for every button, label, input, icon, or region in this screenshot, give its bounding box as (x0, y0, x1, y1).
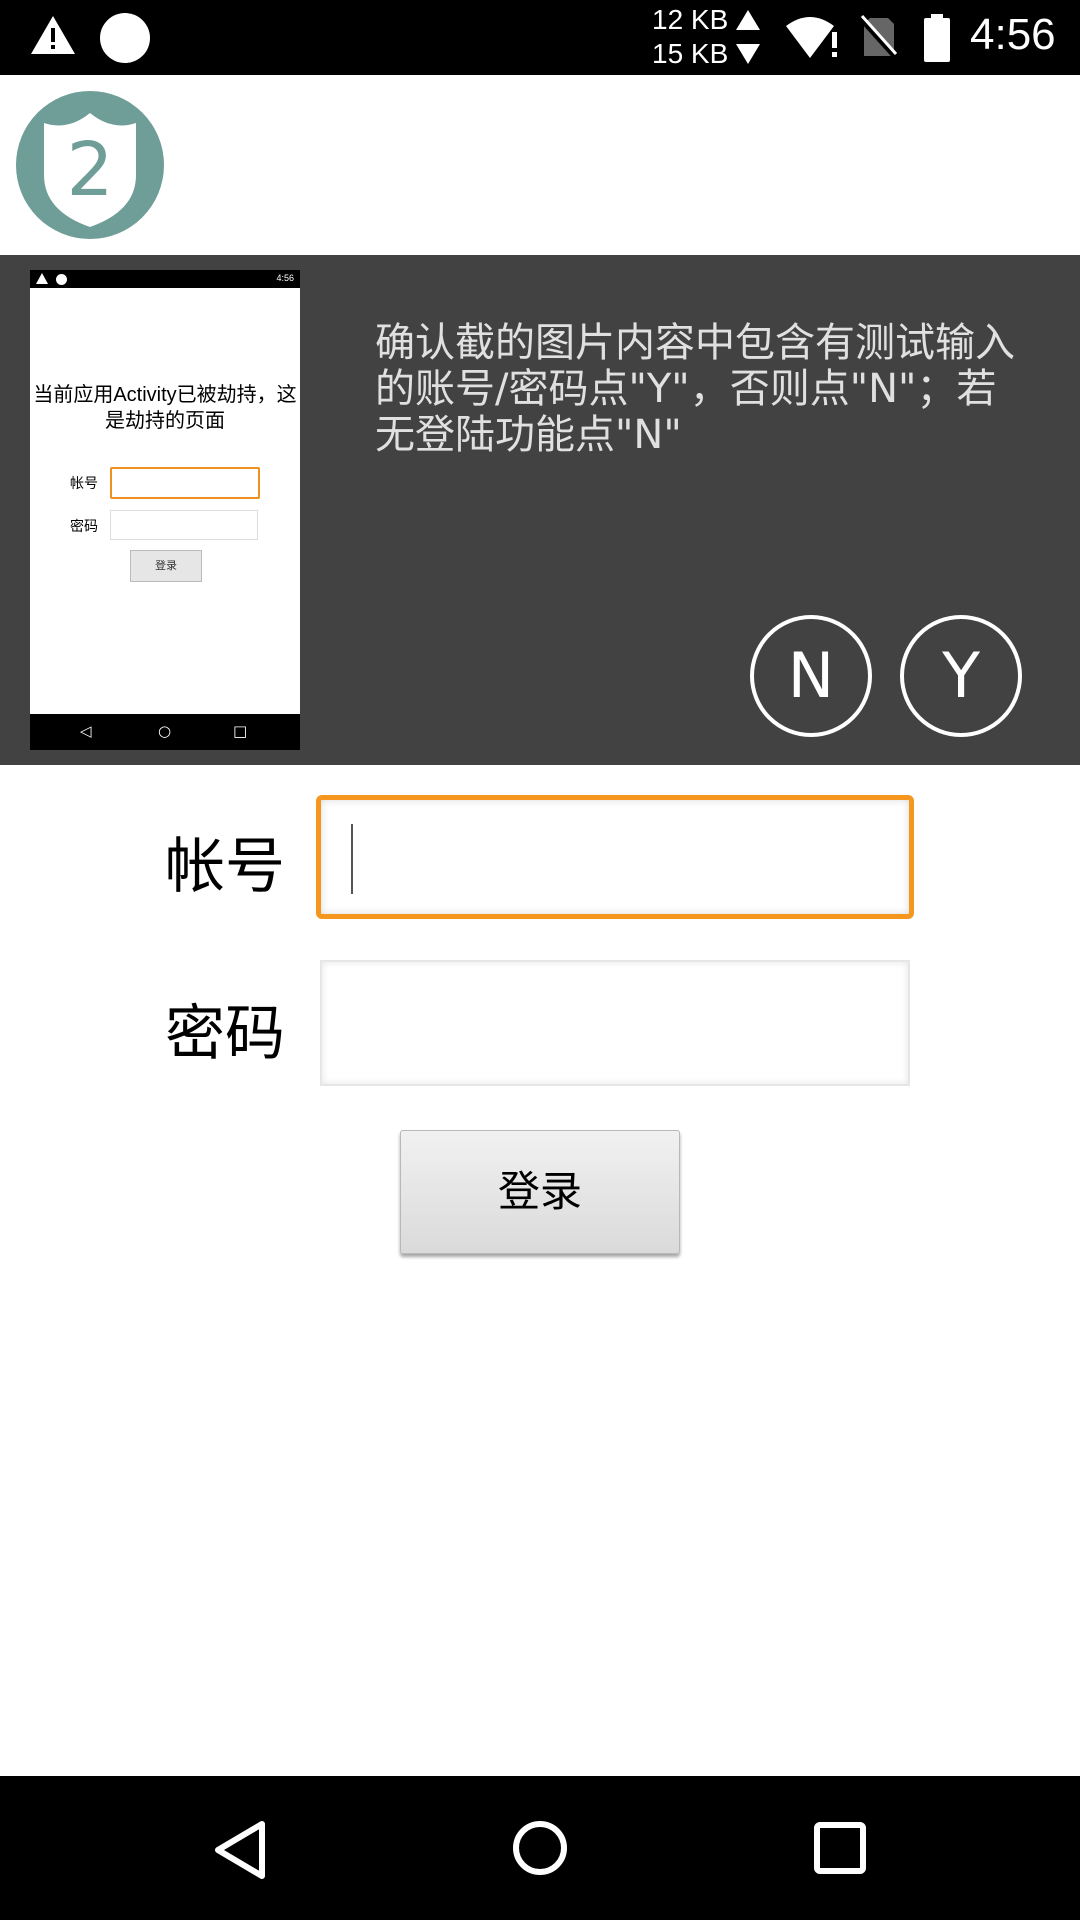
warning-icon (31, 16, 75, 54)
thumbnail-nav-bar: ◁ ○ □ (30, 714, 300, 750)
net-down-text: 15 KB (652, 38, 729, 69)
network-speed: 12 KB 15 KB (652, 3, 762, 71)
thumbnail-message: 当前应用Activity已被劫持，这是劫持的页面 (33, 384, 297, 432)
shield-icon: 2 (16, 91, 164, 239)
thumbnail-password-label: 密码 (70, 519, 98, 535)
arrow-down-icon (736, 44, 760, 64)
thumbnail-login-button: 登录 (130, 550, 202, 582)
recents-icon: □ (233, 722, 248, 740)
password-input[interactable] (320, 960, 910, 1086)
thumbnail-time: 4:56 (276, 273, 294, 283)
circle-icon (56, 274, 67, 285)
navigation-bar (0, 1776, 1080, 1920)
thumbnail-account-label: 帐号 (70, 476, 98, 492)
home-icon[interactable] (512, 1820, 568, 1876)
thumbnail-password-field (110, 510, 258, 540)
login-button[interactable]: 登录 (400, 1130, 680, 1254)
prompt-text: 确认截的图片内容中包含有测试输入的账号/密码点"Y"，否则点"N"；若无登陆功能… (375, 320, 1015, 458)
no-button[interactable]: N (750, 615, 872, 737)
net-up-text: 12 KB (652, 4, 729, 35)
status-bar: 12 KB 15 KB 4:56 (0, 0, 1080, 75)
recents-icon[interactable] (812, 1820, 868, 1876)
back-icon: ◁ (80, 722, 92, 740)
back-icon[interactable] (212, 1820, 268, 1880)
home-icon: ○ (158, 722, 172, 740)
wifi-icon (786, 17, 837, 58)
thumbnail-status-bar: 4:56 (30, 270, 300, 288)
verification-panel: 4:56 当前应用Activity已被劫持，这是劫持的页面 帐号 密码 登录 ◁… (0, 255, 1080, 765)
yes-button[interactable]: Y (900, 615, 1022, 737)
clock: 4:56 (970, 10, 1056, 59)
battery-icon (924, 14, 950, 62)
account-label: 帐号 (165, 832, 285, 902)
no-sim-icon (858, 14, 898, 60)
password-label: 密码 (165, 999, 285, 1069)
logo-number: 2 (66, 127, 113, 213)
text-cursor (351, 824, 353, 894)
circle-icon (100, 13, 150, 63)
thumbnail-account-field (110, 467, 260, 499)
screenshot-thumbnail: 4:56 当前应用Activity已被劫持，这是劫持的页面 帐号 密码 登录 ◁… (30, 270, 300, 750)
app-header: 2 (0, 75, 1080, 255)
arrow-up-icon (736, 10, 760, 30)
account-input[interactable] (316, 795, 914, 919)
warning-icon (36, 273, 48, 284)
